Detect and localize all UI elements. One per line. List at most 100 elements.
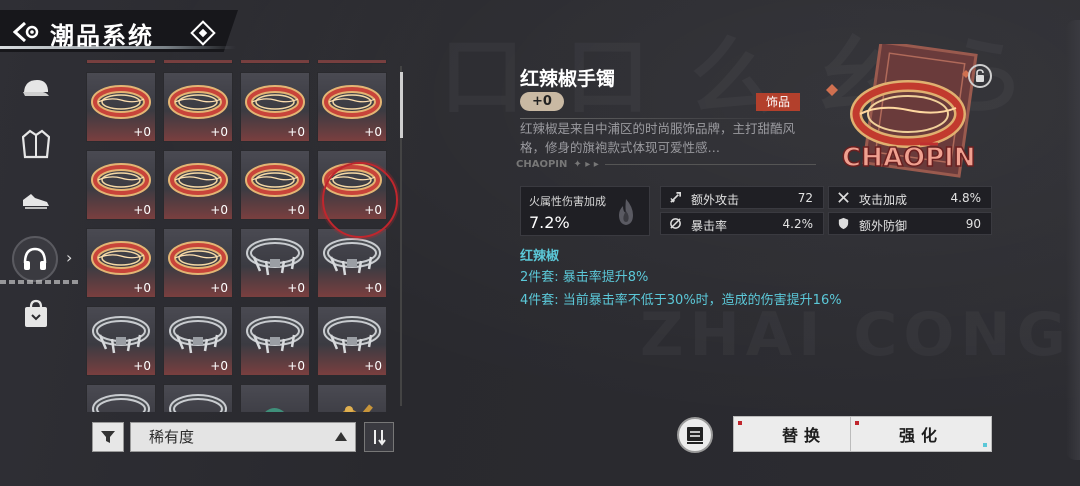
item-level-badge: +0 [520, 92, 564, 111]
main-stat-label: 火属性伤害加成 [529, 195, 606, 208]
silver-chain-icon [244, 235, 306, 285]
inventory-scrollbar[interactable] [400, 72, 403, 138]
silver-chain-icon [321, 313, 383, 363]
selected-slot-ring [322, 162, 398, 238]
item-artwork: CHAOPIN [820, 40, 1000, 178]
sub-stat-label: 额外防御 [859, 219, 908, 233]
shield-icon [838, 217, 849, 230]
inventory-slot[interactable]: +0 [163, 150, 233, 220]
slot-level: +0 [364, 281, 382, 295]
nav-bag[interactable] [14, 292, 58, 336]
inventory-slot[interactable]: +0 [86, 306, 156, 376]
inventory-slot[interactable]: +0 [240, 228, 310, 298]
page-title: 潮品系统 [50, 22, 154, 50]
lock-icon [976, 69, 984, 82]
inventory-slot[interactable]: +0 [240, 150, 310, 220]
nav-active-arrow: › [66, 248, 73, 267]
back-button[interactable] [12, 20, 42, 44]
inventory-slot[interactable]: +0 [317, 228, 387, 298]
red-bracelet-icon [167, 160, 229, 204]
silver-chain-icon [167, 391, 229, 412]
main-stat-value: 7.2% [529, 213, 570, 232]
slot-level: +15 [203, 60, 228, 61]
inventory-slot[interactable]: +0 [86, 72, 156, 142]
headphones-icon [23, 247, 47, 270]
sub-stat-value: 72 [797, 191, 813, 205]
slot-level: +0 [287, 125, 305, 139]
red-bracelet-icon [90, 82, 152, 126]
inventory-slot[interactable]: +0 [240, 72, 310, 142]
background-watermark-2: ZHAI CONGD [640, 300, 1080, 370]
sort-order-button[interactable] [364, 422, 394, 452]
sub-stat-extra-defense: 额外防御 90 [828, 212, 992, 235]
red-bracelet-icon [244, 160, 306, 204]
item-description: 红辣椒是来自中浦区的时尚服饰品牌，主打甜酷风格，修身的旗袍款式体现可爱性感… [520, 121, 796, 155]
red-bracelet-icon [244, 82, 306, 126]
slot-level: +0 [210, 281, 228, 295]
sword-burst-icon [670, 192, 681, 203]
inventory-slot[interactable] [317, 384, 387, 412]
bag-icon [25, 299, 47, 327]
sub-stat-label: 攻击加成 [859, 193, 908, 207]
slot-level: +0 [133, 203, 151, 217]
nav-cap[interactable] [14, 66, 58, 110]
nav-shoes[interactable] [14, 178, 58, 222]
inventory-slot[interactable] [163, 384, 233, 412]
nav-active-underline [0, 280, 78, 284]
slot-level: +0 [287, 203, 305, 217]
accessory-icon [244, 394, 306, 412]
sub-stat-value: 90 [965, 217, 981, 231]
slot-level: +0 [133, 359, 151, 373]
nav-jacket[interactable] [14, 122, 58, 166]
sub-stats: 额外攻击 72 攻击加成 4.8% 暴击率 4.2% 额外防御 90 [660, 186, 994, 236]
inventory-slot[interactable]: +0 [163, 306, 233, 376]
shoes-icon [23, 194, 49, 209]
item-name: 红辣椒手镯 [520, 68, 616, 90]
slot-level: +0 [364, 125, 382, 139]
inventory-slot[interactable]: +0 [317, 72, 387, 142]
nav-accessory[interactable] [12, 236, 58, 282]
red-bracelet-icon [90, 160, 152, 204]
sub-stat-label: 暴击率 [691, 219, 728, 233]
brand-strip-label: CHAOPIN [516, 158, 568, 170]
brand-strip-line [604, 163, 816, 165]
sort-dropdown[interactable]: 稀有度 [130, 422, 356, 452]
back-arrow-icon [13, 21, 39, 43]
slot-level: +0 [133, 125, 151, 139]
slot-level: +0 [287, 359, 305, 373]
silver-chain-icon [90, 391, 152, 412]
slot-level: +0 [210, 359, 228, 373]
sub-stat-value: 4.8% [950, 191, 982, 205]
inventory-slot[interactable]: +20 [86, 60, 156, 64]
slot-level: +0 [210, 203, 228, 217]
slot-level: +0 [133, 281, 151, 295]
filter-button[interactable] [92, 422, 124, 452]
sort-dropdown-label: 稀有度 [149, 428, 195, 446]
set-name: 红辣椒 [520, 249, 560, 264]
enhance-button[interactable]: 强化 [850, 416, 992, 452]
inventory-slot[interactable]: +0 [317, 306, 387, 376]
inventory-slot[interactable]: +0 [240, 306, 310, 376]
item-type-tag: 饰品 [756, 93, 800, 111]
slot-level: +0 [287, 60, 305, 61]
slot-level: +0 [364, 60, 382, 61]
silver-chain-icon [321, 235, 383, 285]
caret-up-icon [335, 432, 347, 441]
lock-button[interactable] [968, 64, 992, 88]
inventory-slot[interactable] [86, 384, 156, 412]
inventory-slot[interactable]: +0 [86, 228, 156, 298]
inventory-slot[interactable]: +0 [86, 150, 156, 220]
funnel-icon [101, 431, 115, 443]
preview-button[interactable] [677, 417, 713, 453]
inventory-slot[interactable]: +0 [163, 72, 233, 142]
inventory-slot[interactable]: +0 [163, 228, 233, 298]
inventory-slot[interactable]: +0 [317, 60, 387, 64]
slot-level: +0 [210, 125, 228, 139]
sub-stat-extra-attack: 额外攻击 72 [660, 186, 824, 209]
inventory-slot[interactable]: +0 [240, 60, 310, 64]
inventory-slot[interactable] [240, 384, 310, 412]
inventory-slot[interactable]: +15 [163, 60, 233, 64]
cap-icon [23, 80, 49, 96]
red-bracelet-icon [167, 238, 229, 282]
fire-icon [619, 199, 633, 225]
